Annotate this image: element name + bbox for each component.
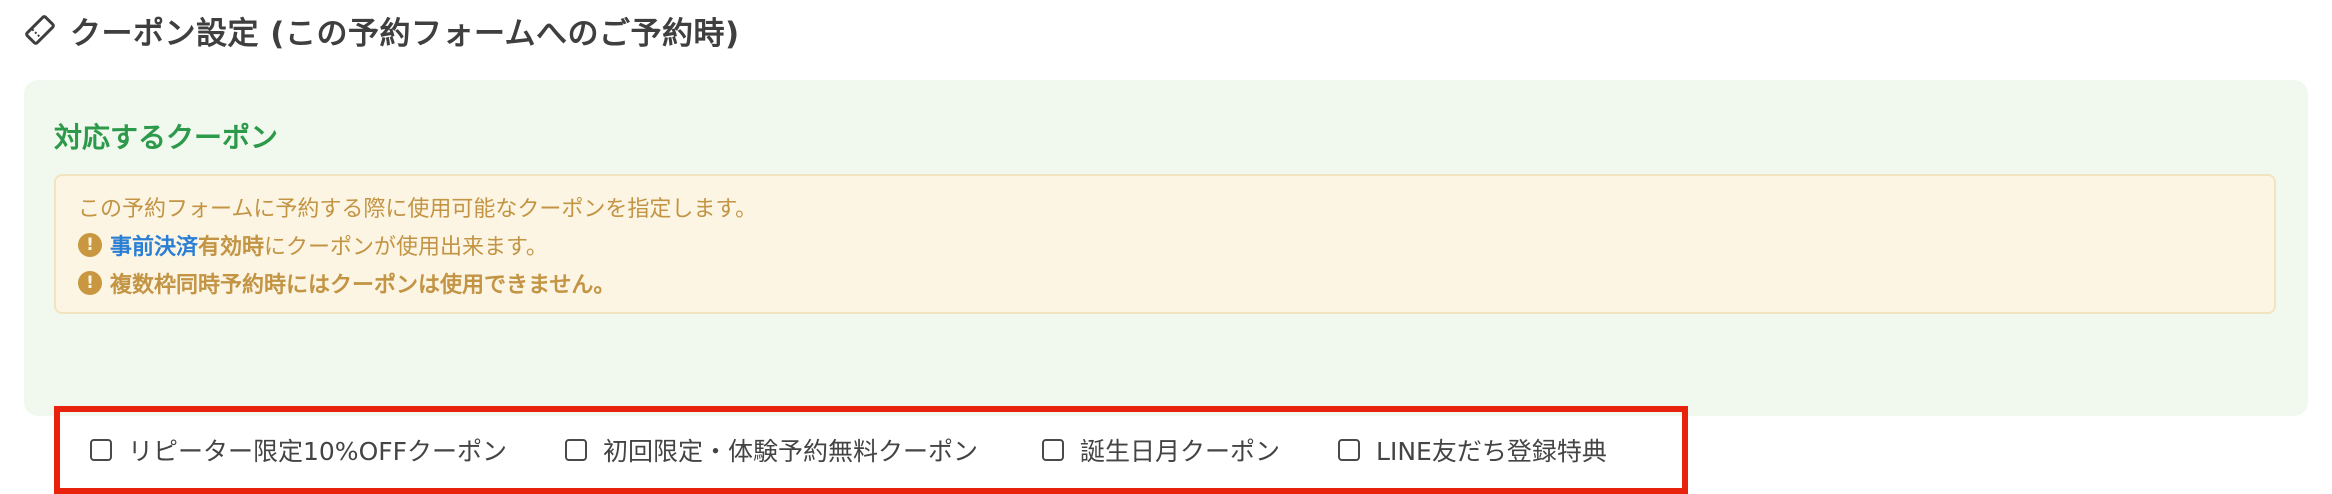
checkbox[interactable] bbox=[90, 439, 112, 461]
coupon-label: 初回限定・体験予約無料クーポン bbox=[603, 437, 979, 466]
coupon-option-first-visit[interactable]: 初回限定・体験予約無料クーポン bbox=[565, 432, 978, 468]
exclamation-icon: ! bbox=[78, 271, 102, 295]
exclamation-icon: ! bbox=[78, 233, 102, 257]
checkbox[interactable] bbox=[1042, 439, 1065, 461]
notice-text-2: にクーポンが使用出来ます。 bbox=[264, 235, 548, 260]
page-title: クーポン設定 (この予約フォームへのご予約時) bbox=[70, 15, 740, 52]
notice-text-1: この予約フォームに予約する際に使用可能なクーポンを指定します。 bbox=[78, 197, 758, 222]
notice-box: この予約フォームに予約する際に使用可能なクーポンを指定します。 ! 事前決済 有… bbox=[54, 174, 2276, 314]
checkbox[interactable] bbox=[1338, 439, 1361, 461]
section-title: 対応するクーポン bbox=[54, 121, 279, 154]
coupon-panel: 対応するクーポン この予約フォームに予約する際に使用可能なクーポンを指定します。… bbox=[24, 80, 2308, 494]
coupon-option-line-friend[interactable]: LINE友だち登録特典 bbox=[1338, 432, 1607, 468]
coupon-option-repeater[interactable]: リピーター限定10%OFFクーポン bbox=[90, 432, 507, 468]
section-header: クーポン設定 (この予約フォームへのご予約時) bbox=[24, 8, 740, 52]
coupon-checkbox-group: リピーター限定10%OFFクーポン 初回限定・体験予約無料クーポン 誕生日月クー… bbox=[54, 406, 1688, 494]
notice-text-3: 複数枠同時予約時にはクーポンは使用できません。 bbox=[110, 273, 616, 298]
coupon-option-birthday[interactable]: 誕生日月クーポン bbox=[1042, 432, 1280, 468]
notice-bold-text: 有効時 bbox=[198, 235, 265, 260]
prepayment-link[interactable]: 事前決済 bbox=[110, 229, 198, 261]
notice-line-2: ! 事前決済 有効時 にクーポンが使用出来ます。 bbox=[78, 226, 2274, 264]
checkbox[interactable] bbox=[565, 439, 588, 461]
coupon-label: LINE友だち登録特典 bbox=[1376, 437, 1607, 466]
ticket-icon bbox=[25, 15, 55, 45]
coupon-label: 誕生日月クーポン bbox=[1080, 437, 1281, 466]
notice-line-1: この予約フォームに予約する際に使用可能なクーポンを指定します。 bbox=[78, 188, 2274, 226]
notice-line-3: ! 複数枠同時予約時にはクーポンは使用できません。 bbox=[78, 264, 2274, 302]
coupon-label: リピーター限定10%OFFクーポン bbox=[128, 437, 508, 466]
